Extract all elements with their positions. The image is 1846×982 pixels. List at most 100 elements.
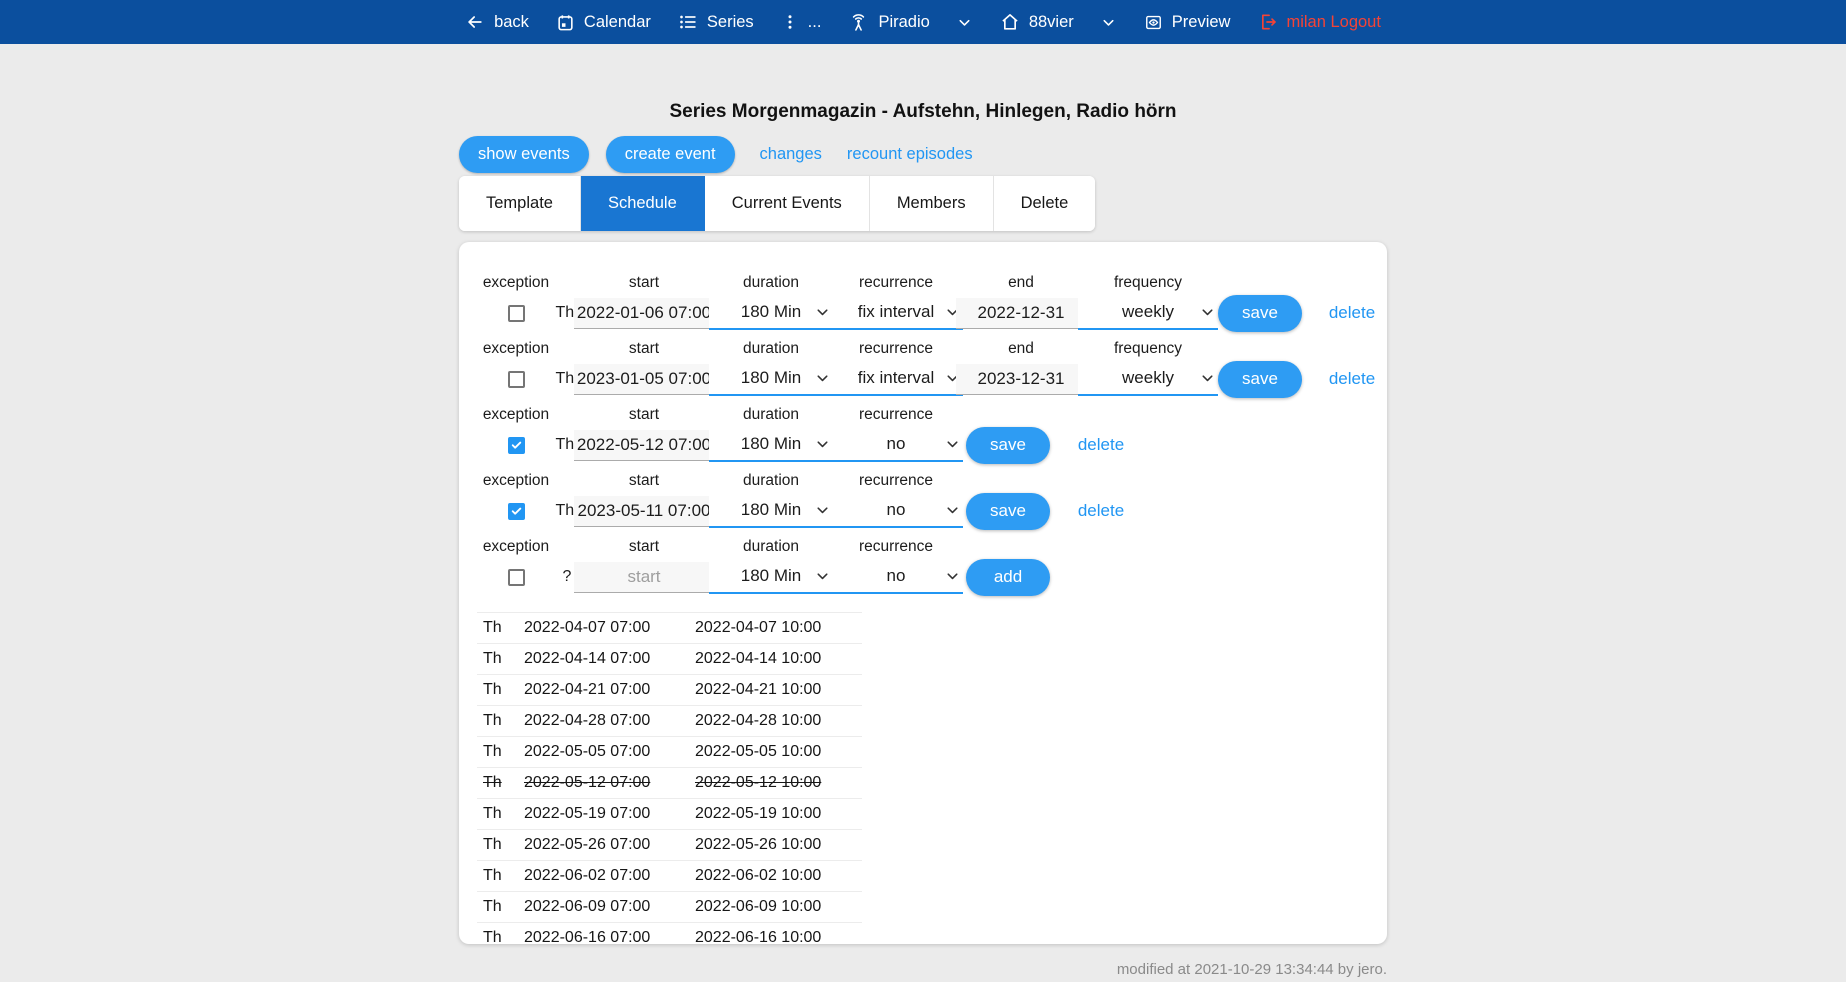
frequency-cell: frequency weekly — [1078, 334, 1218, 400]
exception-checkbox[interactable] — [508, 569, 525, 586]
duration-select-value: 180 Min — [741, 368, 801, 388]
recurrence-select[interactable]: fix interval — [829, 297, 963, 330]
end-input[interactable] — [956, 364, 1086, 395]
exception-checkbox[interactable] — [508, 503, 525, 520]
event-end: 2022-05-26 10:00 — [695, 836, 862, 854]
arrow-left-icon — [465, 12, 485, 32]
event-row: Th2022-04-21 07:002022-04-21 10:00 — [477, 674, 862, 705]
frequency-select[interactable]: weekly — [1078, 297, 1218, 330]
schedule-row: exception ?startduration180 Minrecurrenc… — [459, 532, 1387, 598]
recurrence-label: recurrence — [859, 334, 933, 358]
show-events-button[interactable]: show events — [459, 136, 589, 173]
chevron-down-icon[interactable] — [956, 14, 973, 31]
chevron-down-icon — [944, 436, 961, 453]
delete-link[interactable]: delete — [1078, 501, 1124, 521]
duration-label: duration — [743, 334, 799, 358]
schedule-card: exception Th,startduration180 Minrecurre… — [459, 242, 1387, 944]
start-label: start — [629, 268, 659, 292]
save-button[interactable]: save — [1218, 295, 1302, 332]
recurrence-cell: recurrenceno — [829, 532, 963, 598]
exception-checkbox[interactable] — [508, 437, 525, 454]
frequency-label: frequency — [1114, 268, 1182, 292]
recurrence-select-value: fix interval — [858, 368, 935, 388]
recurrence-select[interactable]: no — [829, 495, 963, 528]
nav-station[interactable]: 88vier — [1000, 12, 1117, 32]
end-label: end — [1008, 268, 1034, 292]
event-row: Th2022-04-14 07:002022-04-14 10:00 — [477, 643, 862, 674]
add-button[interactable]: add — [966, 559, 1050, 596]
start-input[interactable] — [574, 562, 714, 593]
event-end: 2022-04-21 10:00 — [695, 681, 862, 699]
frequency-label: frequency — [1114, 334, 1182, 358]
save-button[interactable]: save — [966, 493, 1050, 530]
duration-select[interactable]: 180 Min — [709, 297, 833, 330]
nav-series[interactable]: Series — [678, 12, 754, 32]
frequency-select[interactable]: weekly — [1078, 363, 1218, 396]
series-actions: show events create event changes recount… — [459, 136, 1387, 173]
exception-label: exception — [483, 268, 549, 292]
duration-select[interactable]: 180 Min — [709, 429, 833, 462]
start-input[interactable] — [574, 298, 714, 329]
calendar-icon — [556, 13, 575, 32]
preview-icon — [1144, 13, 1163, 32]
duration-label: duration — [743, 466, 799, 490]
recurrence-label: recurrence — [859, 268, 933, 292]
duration-select[interactable]: 180 Min — [709, 561, 833, 594]
nav-back-label: back — [494, 13, 529, 32]
event-day: Th — [483, 681, 524, 699]
event-start: 2022-06-09 07:00 — [524, 898, 695, 916]
exception-checkbox[interactable] — [508, 305, 525, 322]
recurrence-select[interactable]: fix interval — [829, 363, 963, 396]
tab-delete[interactable]: Delete — [994, 176, 1096, 231]
exception-checkbox[interactable] — [508, 371, 525, 388]
event-start: 2022-04-07 07:00 — [524, 619, 695, 637]
delete-link[interactable]: delete — [1329, 303, 1375, 323]
event-start: 2022-06-02 07:00 — [524, 867, 695, 885]
nav-logout[interactable]: milan Logout — [1257, 12, 1380, 32]
nav-calendar[interactable]: Calendar — [556, 13, 651, 32]
recurrence-cell: recurrence fix interval — [829, 334, 963, 400]
action-cell: add — [966, 532, 1050, 598]
event-row: Th2022-05-26 07:002022-05-26 10:00 — [477, 829, 862, 860]
create-event-button[interactable]: create event — [606, 136, 735, 173]
nav-more-label: ... — [808, 13, 822, 32]
duration-select[interactable]: 180 Min — [709, 495, 833, 528]
exception-label: exception — [483, 532, 549, 556]
schedule-rows: exception Th,startduration180 Minrecurre… — [459, 268, 1387, 598]
start-input[interactable] — [574, 364, 714, 395]
event-day: Th — [483, 929, 524, 944]
logout-icon — [1257, 12, 1277, 32]
save-button[interactable]: save — [1218, 361, 1302, 398]
start-input[interactable] — [574, 430, 714, 461]
duration-select[interactable]: 180 Min — [709, 363, 833, 396]
tab-members[interactable]: Members — [870, 176, 994, 231]
events-list: Th2022-04-07 07:002022-04-07 10:00Th2022… — [477, 612, 862, 944]
event-end: 2022-04-28 10:00 — [695, 712, 862, 730]
nav-logout-label: milan Logout — [1286, 13, 1380, 32]
nav-back[interactable]: back — [465, 12, 529, 32]
delete-link[interactable]: delete — [1078, 435, 1124, 455]
kebab-icon — [781, 13, 799, 31]
recount-episodes-link[interactable]: recount episodes — [847, 145, 973, 164]
chevron-down-icon[interactable] — [1100, 14, 1117, 31]
nav-piradio-label: Piradio — [878, 13, 929, 32]
nav-more[interactable]: ... — [781, 13, 822, 32]
tab-schedule[interactable]: Schedule — [581, 176, 705, 231]
nav-piradio[interactable]: Piradio — [848, 12, 972, 33]
event-end: 2022-06-09 10:00 — [695, 898, 862, 916]
tab-current-events[interactable]: Current Events — [705, 176, 870, 231]
event-end: 2022-04-14 10:00 — [695, 650, 862, 668]
changes-link[interactable]: changes — [760, 145, 822, 164]
save-button[interactable]: save — [966, 427, 1050, 464]
action-cell: save — [966, 400, 1050, 466]
recurrence-select[interactable]: no — [829, 429, 963, 462]
event-day: Th — [483, 650, 524, 668]
nav-preview[interactable]: Preview — [1144, 13, 1231, 32]
tab-template[interactable]: Template — [459, 176, 581, 231]
delete-link[interactable]: delete — [1329, 369, 1375, 389]
recurrence-select[interactable]: no — [829, 561, 963, 594]
event-end: 2022-05-12 10:00 — [695, 774, 862, 792]
start-input[interactable] — [574, 496, 714, 527]
end-input[interactable] — [956, 298, 1086, 329]
event-start: 2022-05-26 07:00 — [524, 836, 695, 854]
